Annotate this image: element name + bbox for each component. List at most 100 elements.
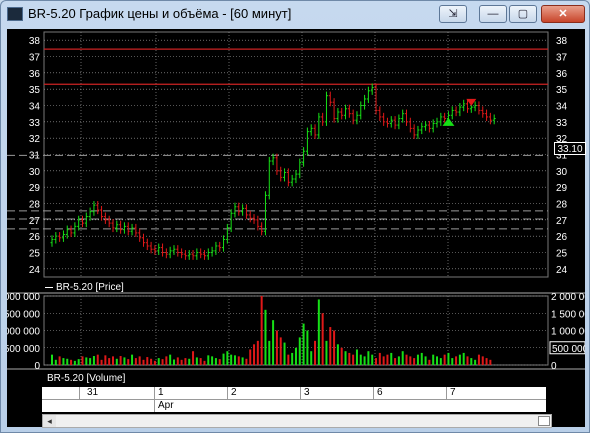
volume-bar [89,358,92,365]
volume-bar [233,355,236,365]
price-tick-label-left: 37 [29,53,41,64]
volume-bar [462,352,465,365]
volume-bar [230,354,233,365]
volume-bar [439,358,442,365]
volume-bar [401,351,404,365]
tick [373,387,374,399]
scroll-left-arrow-icon[interactable]: ◂ [43,415,56,427]
price-tick-label-left: 25 [29,249,41,260]
volume-bar [409,356,412,365]
volume-bar [485,358,488,365]
restore-arrows-button[interactable]: ⇲ [439,5,467,23]
volume-bar [371,354,374,365]
app-chart-icon [7,7,23,21]
volume-bar [92,356,95,365]
volume-bar [142,359,145,365]
minimize-button[interactable]: — [479,5,507,23]
volume-bar [306,330,309,365]
volume-bar [115,358,118,365]
volume-bar [161,359,164,365]
price-tick-label-right: 36 [556,69,568,80]
price-tick-label-right: 33 [556,118,568,129]
volume-bar [96,354,99,365]
volume-bar [184,358,187,365]
volume-bar [150,358,153,365]
day-label: 7 [450,387,456,398]
price-legend-label: BR-5.20 [Price] [56,282,124,293]
volume-bar [340,347,343,365]
volume-bar [390,352,393,365]
volume-bar [294,347,297,365]
volume-bar [378,352,381,365]
volume-tick-label-right: 1 000 000 [551,327,585,338]
volume-bar [333,330,336,365]
volume-bar [260,296,263,365]
volume-bar [119,356,122,365]
volume-bar [397,356,400,365]
volume-bar [73,360,76,365]
price-tick-label-right: 28 [556,200,568,211]
volume-bar [310,351,313,365]
legend-line-icon [45,286,53,288]
volume-bar [321,313,324,365]
volume-bar [359,354,362,365]
volume-bar [287,354,290,365]
volume-bar [386,354,389,365]
volume-bar [192,351,195,365]
volume-bar [363,356,366,365]
day-label: 6 [377,387,383,398]
volume-bar [66,358,69,365]
volume-bar [108,358,111,365]
volume-tick-label-right: 0 [551,361,557,372]
volume-bar [325,340,328,365]
price-tick-label-right: 27 [556,216,568,227]
volume-bar [375,358,378,365]
volume-bar [153,360,156,365]
horizontal-scrollbar[interactable]: ◂ [42,414,552,428]
volume-bar [51,354,53,365]
volume-bar [268,340,271,365]
volume-bar [237,356,240,365]
volume-bar [157,358,160,365]
volume-bar [146,357,149,365]
tick [227,387,228,399]
volume-bar [355,349,358,365]
maximize-button[interactable]: ▢ [509,5,537,23]
volume-bar [298,337,301,365]
volume-tick-label-left: 0 [34,361,40,372]
volume-bar [77,359,80,365]
volume-bar [455,356,458,365]
price-tick-label-left: 26 [29,232,41,243]
volume-bar [104,355,107,365]
price-tick-label-left: 33 [29,118,41,129]
volume-tick-label-right: 2 000 000 [551,292,585,303]
price-tick-label-right: 30 [556,167,568,178]
volume-marker-label: 500 000 [552,344,585,355]
price-tick-label-left: 36 [29,69,41,80]
volume-bar [302,323,305,365]
volume-bar [111,356,114,365]
volume-tick-label-left: 1 000 000 [7,327,40,338]
volume-bar [436,356,439,365]
volume-bar [405,354,408,365]
price-tick-label-right: 37 [556,53,568,64]
close-button[interactable]: ✕ [541,5,585,23]
price-tick-label-left: 24 [29,265,41,276]
volume-bar [451,358,454,365]
volume-bar [222,353,225,365]
tick [79,387,80,399]
scrollbar-thumb[interactable] [538,416,550,426]
volume-bar [218,359,221,365]
volume-bar [424,356,427,365]
last-price-box: 33.10 [554,142,586,155]
volume-bar [180,359,183,365]
chart-window: BR-5.20 График цены и объёма - [60 минут… [0,0,590,433]
volume-tick-label-left: 2 000 000 [7,292,40,303]
price-volume-chart[interactable]: 24 2425 2526 2627 2728 2829 2930 3031 3132 3233 33… [7,29,585,387]
title-bar[interactable]: BR-5.20 График цены и объёма - [60 минут… [1,1,589,28]
volume-bar [474,359,477,365]
volume-bar [470,358,473,365]
volume-bar [203,360,206,365]
volume-bar [195,357,198,365]
volume-bar [127,359,130,365]
